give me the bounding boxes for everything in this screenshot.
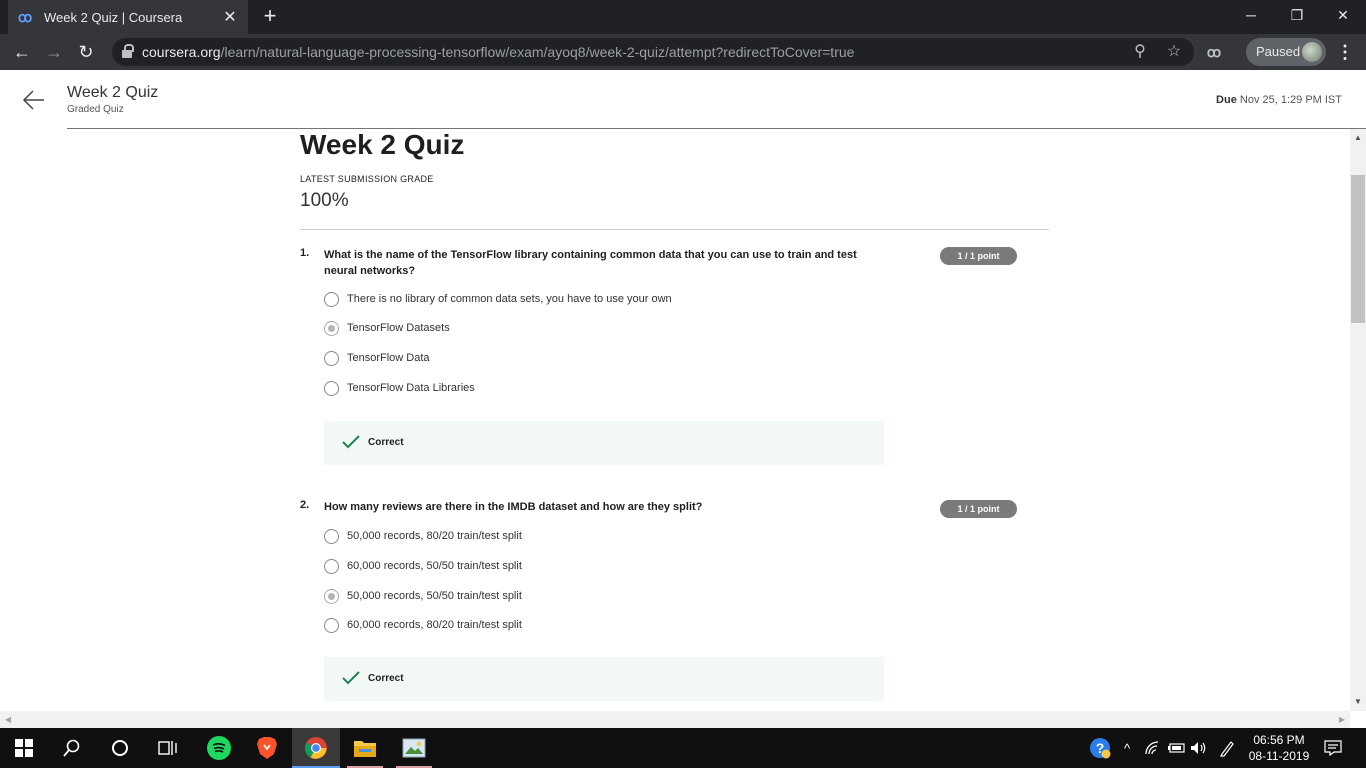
browser-tab-strip: ꝏ Week 2 Quiz | Coursera ✕ + ─ ❐ ✕ bbox=[0, 0, 1366, 34]
coursera-extension-icon[interactable]: ꝏ bbox=[1204, 44, 1224, 60]
quiz-content: Week 2 Quiz LATEST SUBMISSION GRADE 100%… bbox=[0, 129, 1350, 711]
back-button[interactable]: ← bbox=[10, 40, 34, 64]
scroll-up-arrow-icon[interactable]: ▲ bbox=[1350, 131, 1366, 145]
feedback-box: Correct bbox=[324, 421, 884, 465]
brave-icon[interactable] bbox=[243, 728, 291, 768]
chrome-icon[interactable] bbox=[292, 728, 340, 768]
scroll-left-arrow-icon[interactable]: ◀ bbox=[0, 713, 16, 727]
scroll-down-arrow-icon[interactable]: ▼ bbox=[1350, 695, 1366, 709]
answer-option[interactable]: 50,000 records, 80/20 train/test split bbox=[324, 529, 824, 547]
answer-option[interactable]: There is no library of common data sets,… bbox=[324, 292, 824, 310]
bookmark-star-icon[interactable]: ☆ bbox=[1164, 42, 1184, 62]
system-clock[interactable]: 06:56 PM 08-11-2019 bbox=[1244, 732, 1314, 764]
radio-button[interactable] bbox=[324, 292, 339, 307]
windows-start-icon[interactable] bbox=[0, 728, 48, 768]
reload-button[interactable]: ↻ bbox=[74, 40, 98, 64]
help-icon[interactable]: ? bbox=[1088, 728, 1112, 768]
battery-icon[interactable] bbox=[1166, 728, 1186, 768]
clock-date: 08-11-2019 bbox=[1248, 749, 1310, 763]
divider bbox=[300, 229, 1049, 230]
question-text: What is the name of the TensorFlow libra… bbox=[324, 249, 857, 277]
back-arrow-icon[interactable] bbox=[22, 88, 46, 112]
radio-button-selected[interactable] bbox=[324, 589, 339, 604]
answer-option[interactable]: 60,000 records, 80/20 train/test split bbox=[324, 618, 824, 636]
page-title: Week 2 Quiz bbox=[300, 129, 465, 160]
wifi-icon[interactable] bbox=[1142, 728, 1162, 768]
coursera-favicon-icon: ꝏ bbox=[18, 9, 33, 25]
answer-option[interactable]: TensorFlow Data bbox=[324, 351, 824, 369]
zoom-icon[interactable]: ⚲ bbox=[1130, 42, 1150, 62]
avatar bbox=[1302, 42, 1322, 62]
photos-icon[interactable] bbox=[390, 728, 438, 768]
radio-button[interactable] bbox=[324, 618, 339, 633]
points-badge: 1 / 1 point bbox=[940, 500, 1017, 518]
answer-option[interactable]: TensorFlow Data Libraries bbox=[324, 381, 824, 399]
option-label: TensorFlow Datasets bbox=[347, 322, 450, 334]
option-label: TensorFlow Data Libraries bbox=[347, 382, 475, 394]
address-bar[interactable]: coursera.org/learn/natural-language-proc… bbox=[112, 38, 1194, 66]
grade-label: LATEST SUBMISSION GRADE bbox=[300, 174, 434, 184]
option-label: TensorFlow Data bbox=[347, 352, 430, 364]
page-header: Week 2 Quiz Graded Quiz Due Nov 25, 1:29… bbox=[0, 70, 1366, 130]
file-explorer-icon[interactable] bbox=[341, 728, 389, 768]
option-label: 50,000 records, 80/20 train/test split bbox=[347, 530, 522, 542]
radio-button[interactable] bbox=[324, 351, 339, 366]
feedback-box: Correct bbox=[324, 657, 884, 701]
scroll-right-arrow-icon[interactable]: ▶ bbox=[1334, 713, 1350, 727]
close-window-button[interactable]: ✕ bbox=[1320, 0, 1366, 30]
option-label: 50,000 records, 50/50 train/test split bbox=[347, 590, 522, 602]
tab-close-icon[interactable]: ✕ bbox=[222, 7, 238, 27]
restore-button[interactable]: ❐ bbox=[1274, 0, 1320, 30]
checkmark-icon bbox=[342, 435, 360, 449]
browser-menu-icon[interactable]: ⋮ bbox=[1336, 42, 1354, 62]
browser-tab[interactable]: ꝏ Week 2 Quiz | Coursera ✕ bbox=[8, 0, 248, 34]
option-label: 60,000 records, 50/50 train/test split bbox=[347, 560, 522, 572]
due-date: Due Nov 25, 1:29 PM IST bbox=[1216, 94, 1342, 106]
minimize-button[interactable]: ─ bbox=[1228, 0, 1274, 30]
answer-option[interactable]: 50,000 records, 50/50 train/test split bbox=[324, 589, 824, 607]
header-title: Week 2 Quiz bbox=[67, 84, 159, 101]
question-number: 1. bbox=[300, 247, 310, 259]
header-subtitle: Graded Quiz bbox=[67, 104, 124, 115]
search-icon[interactable] bbox=[48, 728, 96, 768]
windows-taskbar: ? ^ 06:56 PM 08-11-2019 bbox=[0, 728, 1366, 768]
cortana-icon[interactable] bbox=[96, 728, 144, 768]
profile-button[interactable]: Paused bbox=[1246, 38, 1326, 66]
pen-icon[interactable] bbox=[1216, 728, 1238, 768]
answer-option[interactable]: TensorFlow Datasets bbox=[324, 321, 824, 339]
volume-icon[interactable] bbox=[1189, 728, 1209, 768]
task-view-icon[interactable] bbox=[144, 728, 192, 768]
question-text: How many reviews are there in the IMDB d… bbox=[324, 501, 703, 513]
radio-button[interactable] bbox=[324, 529, 339, 544]
answer-option[interactable]: 60,000 records, 50/50 train/test split bbox=[324, 559, 824, 577]
browser-toolbar: ← → ↻ coursera.org/learn/natural-languag… bbox=[0, 34, 1366, 70]
feedback-label: Correct bbox=[368, 673, 404, 684]
feedback-label: Correct bbox=[368, 437, 404, 448]
notifications-icon[interactable] bbox=[1320, 728, 1346, 768]
profile-status: Paused bbox=[1256, 44, 1301, 59]
radio-button-selected[interactable] bbox=[324, 321, 339, 336]
url-text: coursera.org/learn/natural-language-proc… bbox=[142, 44, 855, 60]
tab-title: Week 2 Quiz | Coursera bbox=[44, 9, 183, 25]
vertical-scrollbar[interactable]: ▲ ▼ bbox=[1350, 129, 1366, 711]
grade-value: 100% bbox=[300, 190, 349, 211]
horizontal-scrollbar[interactable]: ◀ ▶ bbox=[0, 711, 1350, 728]
clock-time: 06:56 PM bbox=[1253, 733, 1305, 747]
radio-button[interactable] bbox=[324, 381, 339, 396]
points-badge: 1 / 1 point bbox=[940, 247, 1017, 265]
lock-icon bbox=[122, 44, 134, 58]
checkmark-icon bbox=[342, 671, 360, 685]
spotify-icon[interactable] bbox=[195, 728, 243, 768]
forward-button[interactable]: → bbox=[42, 40, 66, 64]
show-hidden-icons-chevron-icon[interactable]: ^ bbox=[1118, 728, 1136, 768]
radio-button[interactable] bbox=[324, 559, 339, 574]
question-number: 2. bbox=[300, 499, 310, 511]
new-tab-button[interactable]: + bbox=[258, 4, 282, 28]
option-label: There is no library of common data sets,… bbox=[347, 293, 672, 305]
option-label: 60,000 records, 80/20 train/test split bbox=[347, 619, 522, 631]
scrollbar-thumb[interactable] bbox=[1351, 175, 1365, 323]
